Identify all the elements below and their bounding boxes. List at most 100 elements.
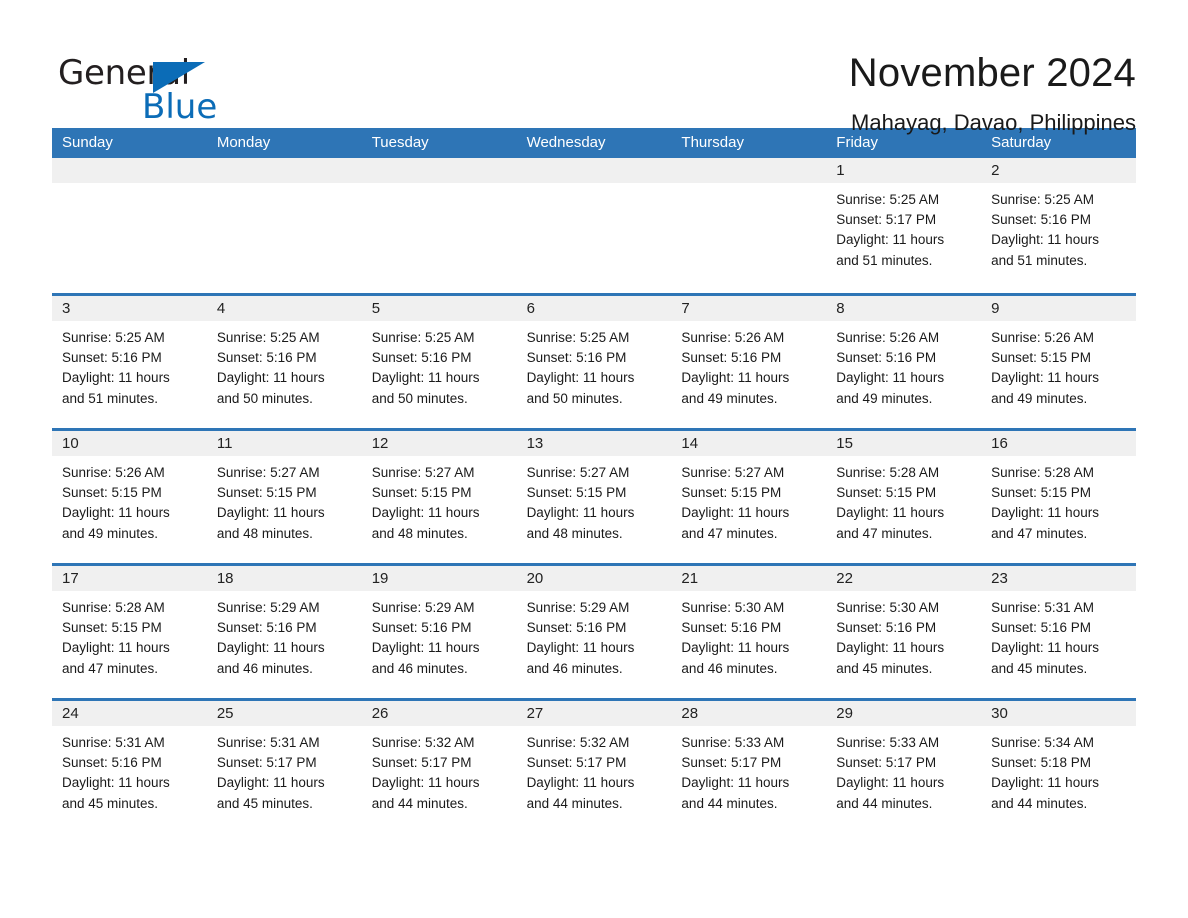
day-cell[interactable]: 27 Sunrise: 5:32 AM Sunset: 5:17 PM Dayl… [516,701,672,833]
day-number-strip: 30 [981,701,1136,726]
day-number: 19 [371,570,389,587]
sunrise-text: Sunrise: 5:32 AM [526,735,630,750]
day-cell[interactable]: 29 Sunrise: 5:33 AM Sunset: 5:17 PM Dayl… [826,701,982,833]
daylight-text-line2: and 50 minutes. [526,390,623,406]
sunrise-text: Sunrise: 5:25 AM [216,330,320,345]
weekday-header-saturday: Saturday [991,134,1052,151]
day-number-strip [206,158,362,183]
day-cell[interactable] [671,158,827,293]
day-cell[interactable] [361,158,517,293]
sunrise-text: Sunrise: 5:25 AM [991,192,1094,207]
sunrise-text: Sunrise: 5:32 AM [371,735,475,750]
day-cell[interactable]: 12 Sunrise: 5:27 AM Sunset: 5:15 PM Dayl… [361,431,517,563]
day-cell[interactable]: 24 Sunrise: 5:31 AM Sunset: 5:16 PM Dayl… [52,701,207,833]
daylight-text-line1: Daylight: 11 hours [836,232,945,248]
weekday-header-wednesday: Wednesday [526,134,606,151]
daylight-text-line2: and 45 minutes. [62,795,159,811]
day-cell[interactable]: 5 Sunrise: 5:25 AM Sunset: 5:16 PM Dayli… [361,296,517,428]
day-cell[interactable] [52,158,207,293]
day-cell[interactable]: 22 Sunrise: 5:30 AM Sunset: 5:16 PM Dayl… [826,566,982,698]
page-header: General Blue November 2024 Mahayag, Dava… [0,0,1188,135]
day-info: Sunrise: 5:25 AM Sunset: 5:16 PM Dayligh… [517,321,672,409]
daylight-text-line2: and 49 minutes. [836,390,933,406]
daylight-text-line2: and 44 minutes. [991,795,1088,811]
day-cell[interactable]: 1 Sunrise: 5:25 AM Sunset: 5:17 PM Dayli… [826,158,982,293]
daylight-text-line2: and 46 minutes. [216,660,313,676]
day-info: Sunrise: 5:28 AM Sunset: 5:15 PM Dayligh… [981,456,1136,544]
sunset-text: Sunset: 5:15 PM [62,485,162,501]
daylight-text-line2: and 51 minutes. [836,252,933,268]
sunset-text: Sunset: 5:15 PM [991,350,1091,366]
daylight-text-line2: and 50 minutes. [371,390,468,406]
day-cell[interactable]: 4 Sunrise: 5:25 AM Sunset: 5:16 PM Dayli… [206,296,362,428]
day-cell[interactable]: 2 Sunrise: 5:25 AM Sunset: 5:16 PM Dayli… [981,158,1136,293]
daylight-text-line1: Daylight: 11 hours [991,370,1099,386]
day-number: 1 [836,162,845,179]
daylight-text-line2: and 48 minutes. [371,525,468,541]
day-cell[interactable]: 13 Sunrise: 5:27 AM Sunset: 5:15 PM Dayl… [516,431,672,563]
day-cell[interactable]: 26 Sunrise: 5:32 AM Sunset: 5:17 PM Dayl… [361,701,517,833]
day-cell[interactable]: 28 Sunrise: 5:33 AM Sunset: 5:17 PM Dayl… [671,701,827,833]
daylight-text-line1: Daylight: 11 hours [371,775,480,791]
sunrise-text: Sunrise: 5:26 AM [991,330,1094,345]
day-cell[interactable]: 10 Sunrise: 5:26 AM Sunset: 5:15 PM Dayl… [52,431,207,563]
day-cell[interactable]: 6 Sunrise: 5:25 AM Sunset: 5:16 PM Dayli… [516,296,672,428]
day-info: Sunrise: 5:28 AM Sunset: 5:15 PM Dayligh… [52,591,207,679]
sunset-text: Sunset: 5:16 PM [526,620,627,636]
daylight-text-line2: and 50 minutes. [216,390,313,406]
day-number-strip [52,158,207,183]
day-cell[interactable]: 11 Sunrise: 5:27 AM Sunset: 5:15 PM Dayl… [206,431,362,563]
day-cell[interactable]: 7 Sunrise: 5:26 AM Sunset: 5:16 PM Dayli… [671,296,827,428]
day-cell[interactable]: 17 Sunrise: 5:28 AM Sunset: 5:15 PM Dayl… [52,566,207,698]
day-cell[interactable]: 19 Sunrise: 5:29 AM Sunset: 5:16 PM Dayl… [361,566,517,698]
daylight-text-line2: and 48 minutes. [216,525,313,541]
day-number-strip: 28 [671,701,827,726]
day-info [517,183,672,190]
day-info: Sunrise: 5:33 AM Sunset: 5:17 PM Dayligh… [826,726,981,814]
day-info: Sunrise: 5:25 AM Sunset: 5:16 PM Dayligh… [981,183,1136,271]
sunrise-text: Sunrise: 5:25 AM [526,330,630,345]
day-info: Sunrise: 5:25 AM Sunset: 5:17 PM Dayligh… [826,183,981,271]
day-cell[interactable]: 15 Sunrise: 5:28 AM Sunset: 5:15 PM Dayl… [826,431,982,563]
day-number-strip: 2 [981,158,1136,183]
day-cell[interactable]: 18 Sunrise: 5:29 AM Sunset: 5:16 PM Dayl… [206,566,362,698]
daylight-text-line1: Daylight: 11 hours [526,370,635,386]
weekday-header-tuesday: Tuesday [371,134,429,151]
page-title: November 2024 [848,51,1136,95]
sunrise-text: Sunrise: 5:26 AM [62,465,165,480]
day-cell[interactable]: 30 Sunrise: 5:34 AM Sunset: 5:18 PM Dayl… [981,701,1136,833]
day-number: 12 [371,435,389,452]
sunset-text: Sunset: 5:15 PM [991,485,1091,501]
day-cell[interactable]: 9 Sunrise: 5:26 AM Sunset: 5:15 PM Dayli… [981,296,1136,428]
sunrise-text: Sunrise: 5:29 AM [526,600,630,615]
week-row: 10 Sunrise: 5:26 AM Sunset: 5:15 PM Dayl… [52,428,1136,563]
sunset-text: Sunset: 5:15 PM [371,485,472,501]
day-number-strip [671,158,827,183]
day-cell[interactable]: 25 Sunrise: 5:31 AM Sunset: 5:17 PM Dayl… [206,701,362,833]
day-number-strip: 3 [52,296,207,321]
daylight-text-line2: and 47 minutes. [681,525,778,541]
sunrise-text: Sunrise: 5:30 AM [836,600,940,615]
daylight-text-line1: Daylight: 11 hours [836,640,945,656]
day-cell[interactable]: 8 Sunrise: 5:26 AM Sunset: 5:16 PM Dayli… [826,296,982,428]
day-cell[interactable]: 21 Sunrise: 5:30 AM Sunset: 5:16 PM Dayl… [671,566,827,698]
day-number-strip: 17 [52,566,207,591]
generalblue-logo[interactable]: General Blue [58,48,258,124]
day-info: Sunrise: 5:32 AM Sunset: 5:17 PM Dayligh… [362,726,517,814]
daylight-text-line1: Daylight: 11 hours [216,370,325,386]
sunrise-text: Sunrise: 5:28 AM [62,600,165,615]
sunset-text: Sunset: 5:17 PM [216,755,317,771]
day-cell[interactable]: 16 Sunrise: 5:28 AM Sunset: 5:15 PM Dayl… [981,431,1136,563]
sunset-text: Sunset: 5:16 PM [681,350,782,366]
day-cell[interactable]: 14 Sunrise: 5:27 AM Sunset: 5:15 PM Dayl… [671,431,827,563]
sunset-text: Sunset: 5:16 PM [991,212,1091,228]
day-cell[interactable] [516,158,672,293]
day-info: Sunrise: 5:27 AM Sunset: 5:15 PM Dayligh… [207,456,362,544]
day-cell[interactable]: 3 Sunrise: 5:25 AM Sunset: 5:16 PM Dayli… [52,296,207,428]
day-cell[interactable]: 20 Sunrise: 5:29 AM Sunset: 5:16 PM Dayl… [516,566,672,698]
day-info: Sunrise: 5:25 AM Sunset: 5:16 PM Dayligh… [52,321,207,409]
day-info: Sunrise: 5:29 AM Sunset: 5:16 PM Dayligh… [207,591,362,679]
daylight-text-line2: and 45 minutes. [836,660,933,676]
day-cell[interactable] [206,158,362,293]
day-cell[interactable]: 23 Sunrise: 5:31 AM Sunset: 5:16 PM Dayl… [981,566,1136,698]
